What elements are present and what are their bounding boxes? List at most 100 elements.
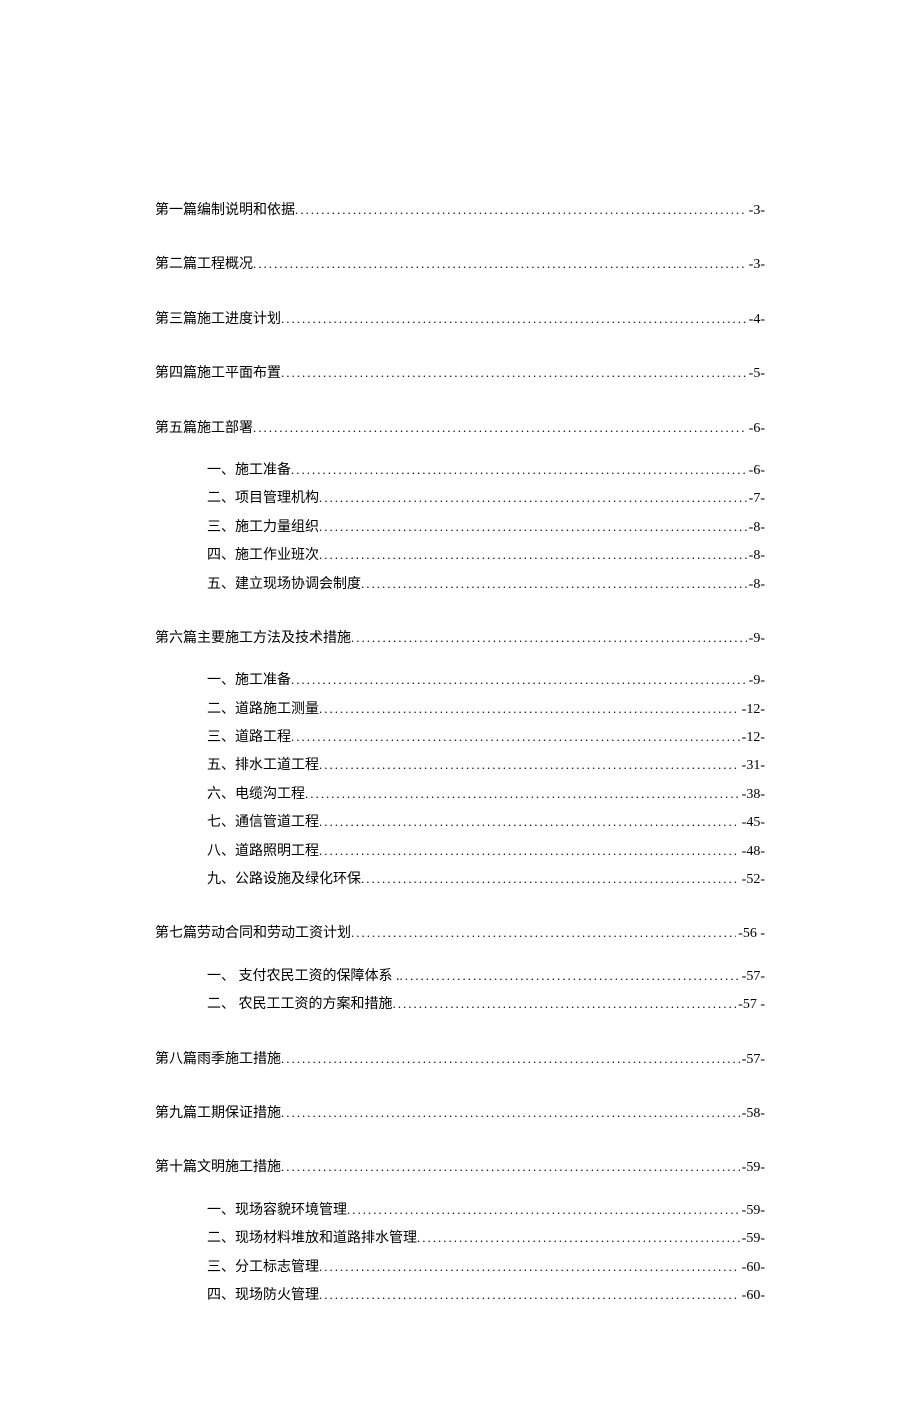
toc-sub-entry: 二、道路施工测量-12- bbox=[155, 699, 765, 721]
toc-leader-dots bbox=[281, 1103, 740, 1124]
toc-chapter-title: 第五篇施工部署 bbox=[155, 418, 253, 440]
toc-chapter: 第五篇施工部署 -6- bbox=[155, 418, 765, 440]
toc-sub-title: 三、分工标志管理 bbox=[207, 1257, 319, 1279]
toc-chapter-page: -4- bbox=[747, 309, 765, 331]
toc-chapter-page: -9- bbox=[747, 628, 765, 650]
toc-chapter-title: 第九篇工期保证措施 bbox=[155, 1103, 281, 1125]
toc-leader-dots bbox=[351, 628, 747, 649]
toc-sub-page: -60- bbox=[740, 1257, 765, 1279]
toc-sub-title: 五、排水工道工程 bbox=[207, 755, 319, 777]
toc-sub-title: 四、现场防火管理 bbox=[207, 1285, 319, 1307]
toc-sub-title: 二、项目管理机构 bbox=[207, 488, 319, 510]
toc-leader-dots bbox=[351, 923, 736, 944]
toc-chapter-page: -58- bbox=[740, 1103, 765, 1125]
toc-sub-title: 一、施工准备 bbox=[207, 460, 291, 482]
toc-sub-title: 六、电缆沟工程 bbox=[207, 784, 305, 806]
toc-leader-dots bbox=[291, 670, 747, 691]
toc-chapter-page: -5- bbox=[747, 363, 765, 385]
table-of-contents: 第一篇编制说明和依据 -3- 第二篇工程概况-3- 第三篇施工进度计划 -4- 第四篇施工… bbox=[155, 200, 765, 1307]
toc-sub-entry: 八、道路照明工程-48- bbox=[155, 841, 765, 863]
toc-sub-page: -45- bbox=[740, 812, 765, 834]
toc-chapter-title: 第六篇主要施工方法及技术措施 bbox=[155, 628, 351, 650]
toc-sub-title: 九、公路设施及绿化环保 bbox=[207, 869, 361, 891]
toc-chapter: 第九篇工期保证措施 -58- bbox=[155, 1103, 765, 1125]
toc-chapter: 第八篇雨季施工措施-57- bbox=[155, 1049, 765, 1071]
toc-leader-dots bbox=[319, 812, 740, 833]
toc-chapter-title: 第一篇编制说明和依据 bbox=[155, 200, 295, 222]
toc-sub-title: 七、通信管道工程 bbox=[207, 812, 319, 834]
toc-leader-dots bbox=[319, 545, 747, 566]
toc-sub-entry: 一、施工准备-6- bbox=[155, 460, 765, 482]
toc-leader-dots bbox=[253, 254, 747, 275]
toc-sub-entry: 一、 支付农民工资的保障体系 .-57- bbox=[155, 966, 765, 988]
toc-sub-title: 二、道路施工测量 bbox=[207, 699, 319, 721]
toc-leader-dots bbox=[319, 841, 740, 862]
toc-leader-dots bbox=[393, 994, 737, 1015]
toc-leader-dots bbox=[347, 1200, 740, 1221]
toc-sub-entry: 一、施工准备 -9- bbox=[155, 670, 765, 692]
toc-sub-entry: 四、施工作业班次-8- bbox=[155, 545, 765, 567]
toc-sub-group: 一、 支付农民工资的保障体系 .-57-二、 农民工工资的方案和措施 -57 - bbox=[155, 966, 765, 1017]
toc-leader-dots bbox=[361, 869, 740, 890]
toc-leader-dots bbox=[319, 755, 740, 776]
toc-chapter-page: -59- bbox=[740, 1157, 765, 1179]
toc-leader-dots bbox=[319, 1257, 740, 1278]
toc-leader-dots bbox=[319, 1285, 740, 1306]
toc-sub-group: 一、现场容貌环境管理 -59- 二、现场材料堆放和道路排水管理 -59- 三、分工标志管… bbox=[155, 1200, 765, 1308]
toc-sub-entry: 二、现场材料堆放和道路排水管理 -59- bbox=[155, 1228, 765, 1250]
toc-leader-dots bbox=[305, 784, 740, 805]
toc-sub-page: -57- bbox=[740, 966, 765, 988]
toc-sub-page: -12- bbox=[740, 727, 765, 749]
toc-chapter-page: -6- bbox=[747, 418, 765, 440]
toc-chapter-page: -56 - bbox=[736, 923, 765, 945]
toc-sub-entry: 三、施工力量组织 -8- bbox=[155, 517, 765, 539]
toc-chapter-title: 第八篇雨季施工措施 bbox=[155, 1049, 281, 1071]
toc-leader-dots bbox=[253, 418, 747, 439]
toc-chapter: 第二篇工程概况-3- bbox=[155, 254, 765, 276]
toc-chapter: 第六篇主要施工方法及技术措施 -9- bbox=[155, 628, 765, 650]
toc-chapter: 第一篇编制说明和依据 -3- bbox=[155, 200, 765, 222]
toc-sub-entry: 三、分工标志管理 -60- bbox=[155, 1257, 765, 1279]
toc-sub-entry: 二、项目管理机构-7- bbox=[155, 488, 765, 510]
toc-sub-title: 三、施工力量组织 bbox=[207, 517, 319, 539]
toc-chapter: 第四篇施工平面布置-5- bbox=[155, 363, 765, 385]
toc-sub-entry: 七、通信管道工程 -45- bbox=[155, 812, 765, 834]
toc-sub-page: -8- bbox=[747, 545, 765, 567]
toc-sub-entry: 四、现场防火管理-60- bbox=[155, 1285, 765, 1307]
toc-sub-title: 一、施工准备 bbox=[207, 670, 291, 692]
toc-sub-page: -31- bbox=[740, 755, 765, 777]
toc-sub-entry: 九、公路设施及绿化环保 -52- bbox=[155, 869, 765, 891]
toc-sub-page: -8- bbox=[747, 574, 765, 596]
toc-sub-title: 八、道路照明工程 bbox=[207, 841, 319, 863]
toc-sub-entry: 五、建立现场协调会制度-8- bbox=[155, 574, 765, 596]
toc-leader-dots bbox=[281, 1157, 740, 1178]
toc-sub-page: -52- bbox=[740, 869, 765, 891]
toc-sub-page: -59- bbox=[740, 1200, 765, 1222]
toc-sub-page: -9- bbox=[747, 670, 765, 692]
toc-leader-dots bbox=[319, 488, 747, 509]
toc-sub-page: -8- bbox=[747, 517, 765, 539]
toc-sub-title: 一、现场容貌环境管理 bbox=[207, 1200, 347, 1222]
toc-chapter-title: 第七篇劳动合同和劳动工资计划 bbox=[155, 923, 351, 945]
toc-leader-dots bbox=[400, 966, 740, 987]
toc-chapter-title: 第十篇文明施工措施 bbox=[155, 1157, 281, 1179]
toc-sub-group: 一、施工准备-6-二、项目管理机构-7-三、施工力量组织-8-四、施工作业班次-… bbox=[155, 460, 765, 596]
toc-chapter-title: 第二篇工程概况 bbox=[155, 254, 253, 276]
toc-sub-title: 三、道路工程 bbox=[207, 727, 291, 749]
toc-leader-dots bbox=[295, 200, 747, 221]
toc-chapter-page: -3- bbox=[747, 200, 765, 222]
toc-sub-title: 二、 农民工工资的方案和措施 bbox=[207, 994, 393, 1016]
toc-leader-dots bbox=[319, 699, 740, 720]
toc-chapter: 第七篇劳动合同和劳动工资计划 -56 - bbox=[155, 923, 765, 945]
toc-leader-dots bbox=[281, 363, 747, 384]
toc-chapter-title: 第三篇施工进度计划 bbox=[155, 309, 281, 331]
toc-sub-page: -59- bbox=[740, 1228, 765, 1250]
toc-sub-entry: 六、电缆沟工程-38- bbox=[155, 784, 765, 806]
toc-leader-dots bbox=[291, 727, 740, 748]
toc-leader-dots bbox=[417, 1228, 740, 1249]
page-content: 第一篇编制说明和依据 -3- 第二篇工程概况-3- 第三篇施工进度计划 -4- 第四篇施工… bbox=[0, 0, 920, 1427]
toc-leader-dots bbox=[281, 1049, 740, 1070]
toc-sub-title: 二、现场材料堆放和道路排水管理 bbox=[207, 1228, 417, 1250]
toc-sub-group: 一、施工准备 -9- 二、道路施工测量-12- 三、道路工程 -12- 五、排水工道工程 -… bbox=[155, 670, 765, 891]
toc-sub-entry: 三、道路工程 -12- bbox=[155, 727, 765, 749]
